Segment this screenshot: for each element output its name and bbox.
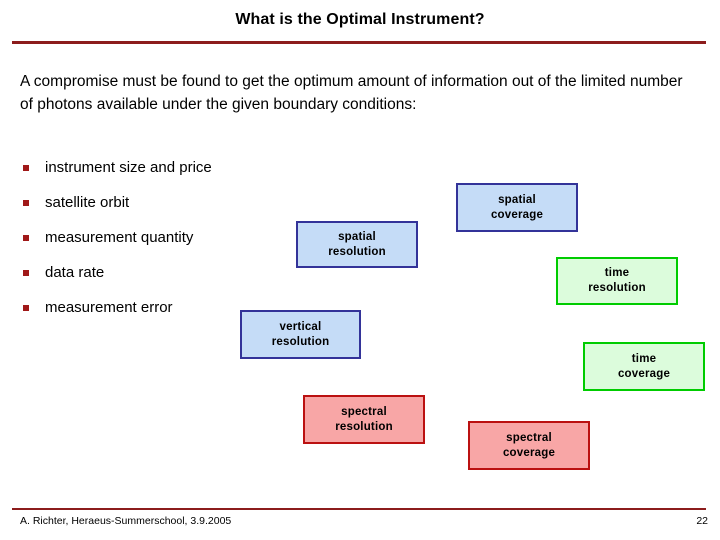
diagram-box-label-line1: time <box>604 267 630 279</box>
bullet-square-icon <box>23 270 29 276</box>
diagram-box-time-coverage: time coverage <box>583 342 705 391</box>
bullet-square-icon <box>23 235 29 241</box>
diagram-box-label-line2: resolution <box>271 335 330 348</box>
diagram-box-label-line2: coverage <box>617 367 671 380</box>
bullet-item-label: measurement error <box>45 299 173 316</box>
diagram-box-label-line2: coverage <box>490 208 544 221</box>
diagram-box-spectral-resolution: spectral resolution <box>303 395 425 444</box>
bullet-square-icon <box>23 200 29 206</box>
diagram-box-label: time coverage <box>618 352 670 382</box>
diagram-box-label-line2: coverage <box>502 446 556 459</box>
bullet-item: measurement error <box>20 297 235 318</box>
diagram-box-label-line2: resolution <box>335 420 393 433</box>
bullet-item-label: instrument size and price <box>45 159 212 176</box>
diagram-box-vertical-resolution: vertical resolution <box>240 310 361 359</box>
bullet-item-label: measurement quantity <box>45 229 194 246</box>
bullet-square-icon <box>23 165 29 171</box>
bullet-item: measurement quantity <box>20 227 235 248</box>
footer-credit: A. Richter, Heraeus-Summerschool, 3.9.20… <box>20 515 232 527</box>
diagram-box-spatial-resolution: spatial resolution <box>296 221 418 268</box>
diagram-box-label: spatial coverage <box>491 193 543 223</box>
page-title: What is the Optimal Instrument? <box>235 11 485 28</box>
diagram-box-label: time resolution <box>588 266 646 296</box>
diagram-box-label-line2: resolution <box>328 245 386 258</box>
diagram-box-label: spectral coverage <box>503 431 555 461</box>
diagram-box-spectral-coverage: spectral coverage <box>468 421 590 470</box>
bullet-item: data rate <box>20 262 235 283</box>
page-number: 22 <box>696 515 708 527</box>
diagram-box-label-line1: vertical <box>279 320 322 333</box>
bullet-list: instrument size and price satellite orbit… <box>20 157 235 332</box>
diagram-box-label-line1: spectral <box>341 405 387 418</box>
intro-paragraph: A compromise must be found to get the op… <box>20 73 683 113</box>
diagram-box-label: spectral resolution <box>335 405 393 435</box>
diagram-box-label-line1: time <box>631 352 657 365</box>
diagram-box-label-line2: resolution <box>588 282 646 294</box>
diagram-box-label: vertical resolution <box>272 320 330 350</box>
diagram-box-spatial-coverage: spatial coverage <box>456 183 578 232</box>
diagram-box-label-line1: spatial <box>498 193 536 206</box>
bullet-item: satellite orbit <box>20 192 235 213</box>
diagram-box-label: spatial resolution <box>328 230 386 260</box>
presentation-slide: What is the Optimal Instrument? A compro… <box>0 0 720 540</box>
diagram-box-time-resolution: time resolution <box>556 257 678 305</box>
bullet-square-icon <box>23 305 29 311</box>
footer-divider <box>12 508 706 510</box>
bullet-item-label: data rate <box>45 264 105 281</box>
title-divider <box>12 41 706 44</box>
diagram-box-label-line1: spatial <box>338 230 376 243</box>
bullet-item: instrument size and price <box>20 157 235 178</box>
diagram-box-label-line1: spectral <box>506 431 552 444</box>
bullet-item-label: satellite orbit <box>45 194 130 211</box>
